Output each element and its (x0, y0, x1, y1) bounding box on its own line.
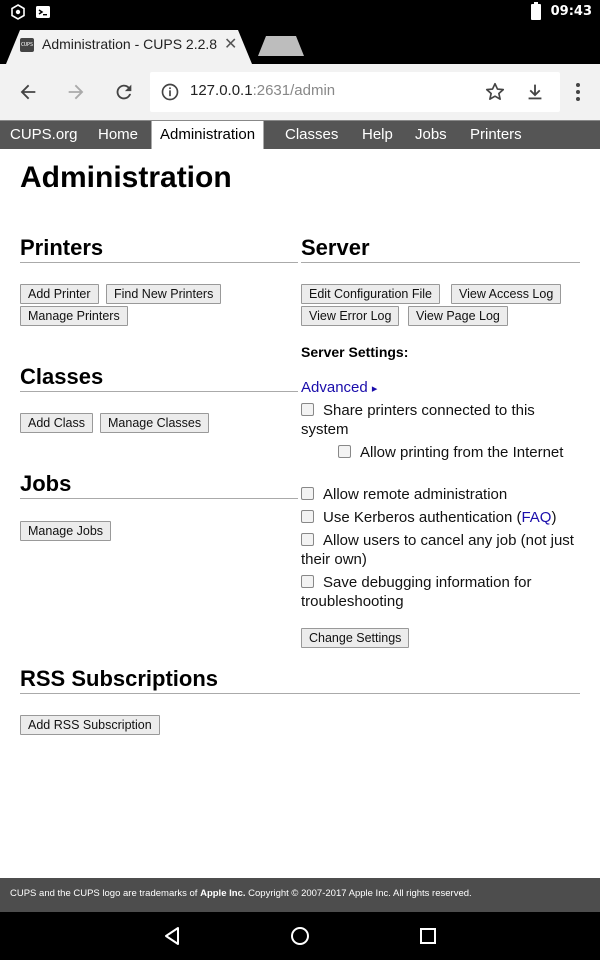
status-bar: 09:43 (0, 0, 600, 26)
url-text[interactable]: 127.0.0.1:2631/admin (190, 82, 335, 99)
option-share-printers: Share printers connected to this system (301, 402, 535, 438)
home-circle-icon[interactable] (288, 924, 312, 948)
kerberos-checkbox[interactable] (301, 510, 314, 523)
jobs-heading: Jobs (20, 471, 298, 499)
arrow-right-icon (68, 84, 84, 100)
add-rss-subscription-button[interactable]: Add RSS Subscription (20, 715, 160, 735)
manage-printers-button[interactable]: Manage Printers (20, 306, 128, 326)
download-icon[interactable] (524, 81, 546, 103)
recents-square-icon[interactable] (416, 924, 440, 948)
status-time: 09:43 (550, 4, 592, 19)
nav-jobs[interactable]: Jobs (407, 121, 455, 149)
back-triangle-icon[interactable] (160, 924, 184, 948)
back-button[interactable] (14, 78, 42, 106)
advanced-link[interactable]: Advanced ▸ (301, 379, 377, 396)
star-icon[interactable] (484, 81, 506, 103)
option-allow-internet: Allow printing from the Internet (301, 443, 580, 462)
debug-logging-checkbox[interactable] (301, 575, 314, 588)
change-settings-button[interactable]: Change Settings (301, 628, 410, 648)
more-vertical-icon (576, 83, 580, 101)
forward-button[interactable] (62, 78, 90, 106)
view-error-log-button[interactable]: View Error Log (301, 306, 400, 326)
reload-button[interactable] (110, 78, 138, 106)
view-access-log-button[interactable]: View Access Log (451, 284, 562, 304)
printers-heading: Printers (20, 235, 298, 263)
browser-toolbar: 127.0.0.1:2631/admin (0, 64, 600, 120)
address-bar[interactable]: 127.0.0.1:2631/admin (150, 72, 560, 112)
allow-internet-checkbox[interactable] (338, 445, 351, 458)
info-icon[interactable] (160, 82, 180, 102)
app-hexagon-icon (11, 4, 25, 20)
option-remote-admin: Allow remote administration (301, 485, 580, 504)
arrow-left-icon (20, 84, 36, 100)
triangle-right-icon: ▸ (371, 383, 378, 395)
view-page-log-button[interactable]: View Page Log (408, 306, 508, 326)
option-debug-logging: Save debugging information for troublesh… (301, 574, 532, 610)
cancel-any-job-checkbox[interactable] (301, 533, 314, 546)
page-title: Administration (20, 161, 232, 194)
manage-classes-button[interactable]: Manage Classes (100, 413, 210, 433)
reload-icon (116, 84, 132, 100)
tab-title: Administration - CUPS 2.2.8 (42, 36, 218, 52)
manage-jobs-button[interactable]: Manage Jobs (20, 521, 112, 541)
nav-home[interactable]: Home (90, 121, 146, 149)
android-nav-bar (0, 912, 600, 960)
tab-close-icon[interactable]: ✕ (224, 34, 237, 53)
new-tab-button[interactable] (258, 36, 304, 56)
apple-trademark: Apple Inc. (200, 888, 246, 899)
share-printers-checkbox[interactable] (301, 403, 314, 416)
remote-admin-checkbox[interactable] (301, 487, 314, 500)
terminal-icon (36, 6, 50, 18)
server-settings-label: Server Settings: (301, 344, 409, 360)
add-class-button[interactable]: Add Class (20, 413, 93, 433)
menu-button[interactable] (564, 78, 592, 106)
add-printer-button[interactable]: Add Printer (20, 284, 99, 304)
tab-strip: CUPS Administration - CUPS 2.2.8 ✕ (0, 26, 600, 64)
option-kerberos: Use Kerberos authentication (FAQ) (301, 508, 591, 527)
nav-administration[interactable]: Administration (151, 121, 265, 149)
page-footer: CUPS and the CUPS logo are trademarks of… (0, 878, 600, 912)
nav-printers[interactable]: Printers (462, 121, 530, 149)
battery-icon (530, 2, 541, 20)
find-new-printers-button[interactable]: Find New Printers (106, 284, 222, 304)
nav-cups-org[interactable]: CUPS.org (2, 121, 86, 149)
edit-configuration-file-button[interactable]: Edit Configuration File (301, 284, 440, 304)
nav-classes[interactable]: Classes (277, 121, 346, 149)
cups-nav-bar: CUPS.org Home Administration Classes Hel… (0, 120, 600, 149)
rss-subscriptions-heading: RSS Subscriptions (20, 666, 580, 694)
nav-help[interactable]: Help (354, 121, 401, 149)
cups-favicon-icon: CUPS (20, 38, 34, 52)
server-heading: Server (301, 235, 580, 263)
option-cancel-any-job: Allow users to cancel any job (not just … (301, 532, 574, 568)
faq-link[interactable]: FAQ (521, 509, 551, 526)
classes-heading: Classes (20, 364, 298, 392)
